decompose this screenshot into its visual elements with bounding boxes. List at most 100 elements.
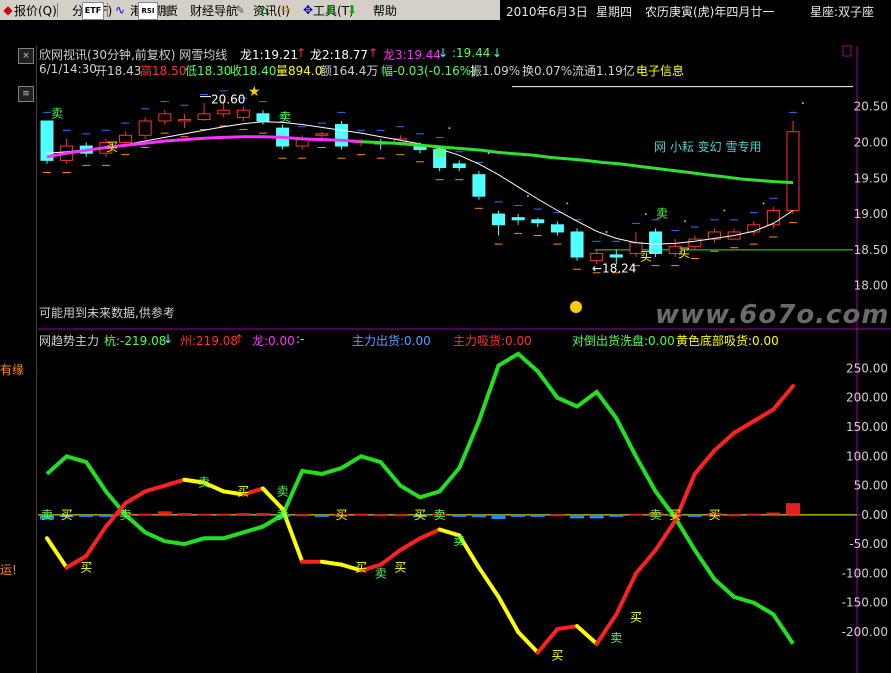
candle-body [472,174,486,197]
indicator-redyellow-segment [751,407,776,424]
indicator-sell-marker: 卖 [453,534,465,548]
candle-body [138,120,152,136]
indicator-buy-marker: 买 [394,561,406,575]
dragon1-value: 龙1:19.21 [240,48,299,62]
indicator-tick-label: -200.00 [842,625,888,639]
indicator-buy-marker: 买 [551,648,563,662]
candle-body [315,133,329,136]
buy-marker: 买 [678,246,690,260]
indicator-green-line [45,351,795,645]
indicator-tick-label: 0.00 [861,508,888,522]
histogram-bar [491,514,506,519]
indicator-sell-marker: 卖 [120,508,132,522]
candle-body [217,109,231,115]
indicator-buy-marker: 买 [355,561,367,575]
extra-value: :19.44 [452,46,491,60]
price-tick-label: 19.00 [854,207,888,221]
candle-body [550,224,564,233]
indicator-redyellow-segment [614,571,638,617]
histogram-bar [511,514,526,517]
brand-note: 网 小耘 变幻 雪专用 [654,140,762,154]
indicator-tick-label: 100.00 [846,449,888,463]
histogram-bar [393,514,408,517]
kang-arrow-icon: ↓ [163,332,174,346]
histogram-bar [746,513,761,516]
ohlc-amount: 额164.4万 [320,64,379,78]
histogram-bar [255,513,270,516]
indicator-main-in: 主力吸货:0.00 [453,334,532,348]
indicator-tick-label: 50.00 [854,479,888,493]
indicator-sell-marker: 卖 [375,566,387,580]
histogram-bar [216,513,231,516]
indicator-redyellow-segment [732,419,756,435]
indicator-redyellow-segment [45,536,69,570]
indicator-sell-marker: 卖 [434,508,446,522]
histogram-bar [609,514,624,517]
indicator-redyellow-segment [516,630,540,655]
footer-note: 可能用到未来数据,供参考 [39,306,175,320]
money-bag-icon [570,301,582,313]
price-dot [644,213,647,216]
candle-body [256,113,270,122]
price-dot [801,102,804,105]
candle-body [609,254,623,258]
buy-marker: 买 [106,140,118,154]
extra-arrow-icon: ↓ [492,46,503,60]
price-dot [605,230,608,233]
indicator-kang: 杭:-219.08 [104,334,167,348]
indicator-sell-marker: 卖 [41,508,53,522]
indicator-buy-marker: 买 [630,610,642,624]
zhou-arrow-icon: ↑ [234,332,245,346]
ohlc-sector: 电子信息 [636,64,685,78]
indicator-sell-marker: 卖 [198,476,210,490]
sell-marker: 卖 [51,106,63,120]
histogram-bar [236,513,251,516]
histogram-bar [79,514,94,517]
indicator-buy-marker: 买 [414,508,426,522]
price-dot [448,127,451,130]
candle-body [40,120,54,161]
ohlc-turnover: 换0.07% [522,64,573,78]
candle-body [236,109,250,118]
ohlc-low: 低18.30 [185,64,232,78]
candle-body [452,163,466,169]
indicator-main-out: 主力出货:0.00 [352,334,431,348]
price-dot [526,195,529,198]
candle-body [158,113,172,122]
ohlc-float: 流通1.19亿 [572,64,635,78]
histogram-bar [452,514,467,517]
runner-icon: ★ [248,84,261,100]
candle-body [492,213,506,226]
histogram-bar [157,511,172,515]
dragon2-value: 龙2:18.77 [310,48,369,62]
indicator-redyellow-segment [692,448,717,476]
indicator-buy-marker: 买 [335,508,347,522]
price-tick-label: 18.00 [854,279,888,293]
indicator-tick-label: 200.00 [846,391,888,405]
ohlc-volume: 量894.0 [276,64,323,78]
dragon2-arrow-icon: ↑ [368,46,379,60]
candle-body [766,209,780,226]
dragon3-arrow-icon: ↓ [438,46,449,60]
indicator-tick-label: -100.00 [842,566,888,580]
candle-body [334,124,348,147]
indicator-redyellow-segment [162,477,187,488]
indicator-tick-label: -50.00 [849,537,888,551]
indicator-redyellow-segment [398,536,422,552]
ohlc-amplitude: 振1.09% [470,64,521,78]
indicator-redyellow-segment [123,489,148,506]
price-dot [684,220,687,223]
histogram-bar [177,513,192,516]
histogram-bar [550,514,565,517]
indicator-redyellow-segment [633,548,658,576]
indicator-redyellow-segment [575,624,599,646]
indicator-redyellow-segment [496,594,521,634]
sell-marker: 卖 [656,207,668,221]
price-dot [566,202,569,205]
candle-body [786,131,800,211]
indicator-redyellow-segment [771,384,795,412]
histogram-bar [314,514,329,517]
candle-body [119,134,133,143]
histogram-bar [471,514,486,518]
histogram-bar [628,513,643,516]
